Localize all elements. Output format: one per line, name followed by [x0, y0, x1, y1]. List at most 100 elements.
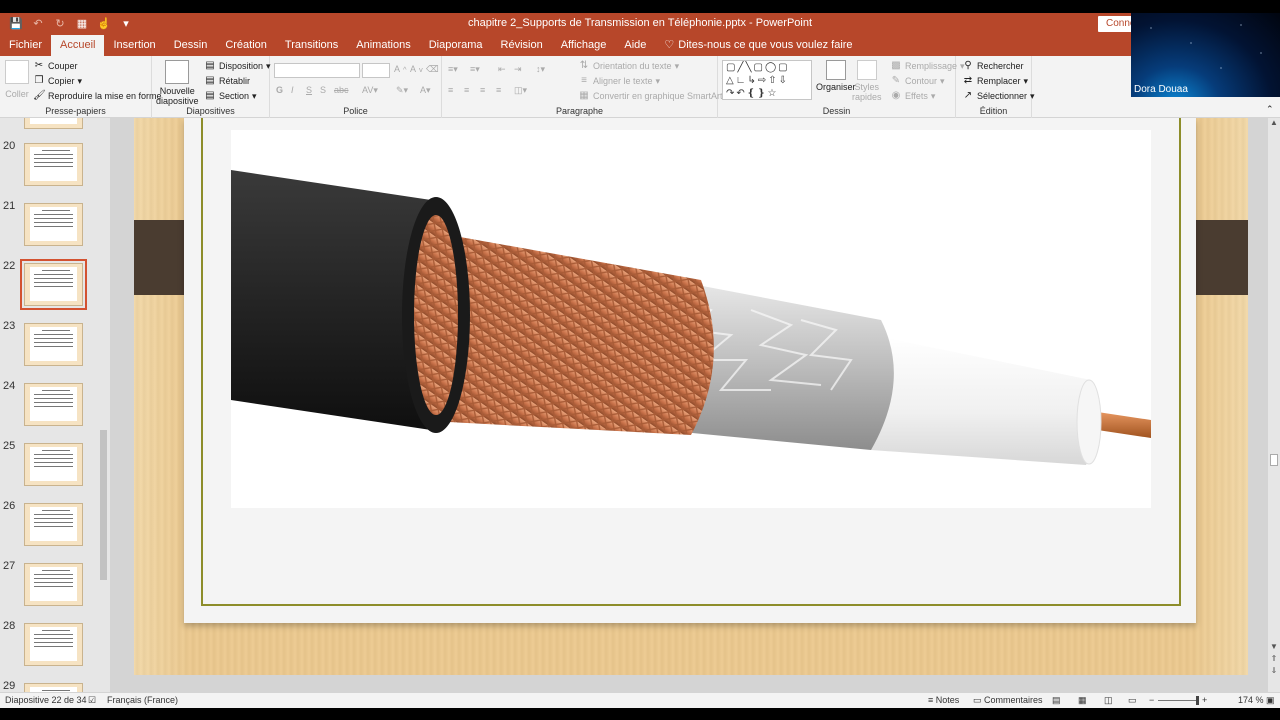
tab-creation[interactable]: Création: [216, 35, 276, 56]
slide-thumbnail[interactable]: [24, 383, 83, 426]
slide-thumbnail[interactable]: [24, 203, 83, 246]
section-button[interactable]: ▤ Section ▾: [204, 90, 256, 102]
zoom-in-icon[interactable]: +: [1202, 695, 1207, 705]
shadow-button[interactable]: S: [320, 85, 326, 95]
shrink-font-button[interactable]: Av: [410, 64, 423, 74]
tab-aide[interactable]: Aide: [615, 35, 655, 56]
character-spacing-icon[interactable]: AV▾: [362, 85, 378, 96]
slide-thumbnail[interactable]: [20, 259, 87, 310]
scroll-down-icon[interactable]: ▼: [1268, 642, 1280, 653]
find-button[interactable]: ⚲ Rechercher: [962, 60, 1023, 72]
decrease-indent-icon[interactable]: ⇤: [498, 64, 506, 75]
quick-styles-button[interactable]: Styles rapides: [852, 60, 882, 102]
shape-fill-button[interactable]: ▩ Remplissage ▾: [890, 60, 964, 72]
font-family-combo[interactable]: [274, 63, 360, 78]
columns-icon[interactable]: ◫▾: [514, 85, 527, 96]
powerpoint-window: 💾 ↶ ↻ ▦ ☝ ▾ chapitre 2_Supports de Trans…: [0, 0, 1280, 720]
language-indicator[interactable]: Français (France): [107, 695, 178, 705]
align-text-icon: ≡: [581, 75, 587, 86]
coaxial-cable-image[interactable]: [231, 130, 1151, 508]
zoom-slider[interactable]: [1158, 700, 1198, 701]
bold-button[interactable]: G: [276, 85, 283, 95]
underline-button[interactable]: S: [306, 85, 312, 95]
tab-label: Aide: [624, 39, 647, 51]
justify-icon[interactable]: ≡: [496, 85, 501, 95]
align-text-button[interactable]: ≡ Aligner le texte ▾: [578, 75, 660, 87]
align-left-icon[interactable]: ≡: [448, 85, 453, 95]
slide-number: 23: [3, 320, 16, 332]
previous-slide-icon[interactable]: ⇑: [1268, 654, 1280, 665]
thumbnails-scroll-thumb[interactable]: [100, 430, 107, 580]
font-size-combo[interactable]: [362, 63, 390, 78]
format-painter-button[interactable]: 🖌 Reproduire la mise en forme: [33, 90, 162, 102]
tab-accueil[interactable]: Accueil: [51, 35, 105, 56]
paste-button[interactable]: Coller: [4, 60, 30, 99]
bullets-icon[interactable]: ≡▾: [448, 64, 458, 75]
tab-insertion[interactable]: Insertion: [104, 35, 164, 56]
tab-affichage[interactable]: Affichage: [552, 35, 616, 56]
text-direction-button[interactable]: ⇅ Orientation du texte ▾: [578, 60, 679, 72]
slide-thumbnail-partial[interactable]: [24, 118, 83, 129]
shape-outline-button[interactable]: ✎ Contour ▾: [890, 75, 945, 87]
thumbnails-scrollbar[interactable]: [98, 118, 109, 692]
editor-scroll-thumb[interactable]: [1270, 454, 1278, 466]
scissors-icon: ✂: [34, 60, 44, 71]
shape-effects-button[interactable]: ◉ Effets ▾: [890, 90, 936, 102]
tab-fichier[interactable]: Fichier: [0, 35, 51, 56]
fit-to-window-icon[interactable]: ▣: [1266, 695, 1275, 706]
italic-button[interactable]: I: [291, 85, 294, 95]
strikethrough-button[interactable]: abc: [334, 85, 349, 95]
tab-revision[interactable]: Révision: [492, 35, 552, 56]
tab-diaporama[interactable]: Diaporama: [420, 35, 492, 56]
layout-button[interactable]: ▤ Disposition ▾: [204, 60, 270, 72]
slide-thumbnail[interactable]: [24, 443, 83, 486]
replace-button[interactable]: ⇄ Remplacer ▾: [962, 75, 1028, 87]
slide-thumbnail[interactable]: [24, 683, 83, 692]
slide-thumbnail[interactable]: [24, 503, 83, 546]
slideshow-icon[interactable]: ▭: [1128, 695, 1137, 706]
notes-button[interactable]: ≡ Notes: [928, 695, 959, 705]
shapes-gallery[interactable]: ▢╱╲▢◯▢ △∟↳⇨⇧⇩ ↷↶❴❵☆: [722, 60, 812, 100]
spellcheck-icon[interactable]: ☑: [88, 695, 96, 706]
current-slide[interactable]: [134, 118, 1248, 675]
smartart-button[interactable]: ▦ Convertir en graphique SmartArt ▾: [578, 90, 730, 102]
arrange-button[interactable]: Organiser: [816, 60, 856, 92]
comments-label: Commentaires: [984, 695, 1043, 705]
dielectric-end: [1076, 379, 1102, 465]
slide-thumbnail[interactable]: [24, 143, 83, 186]
comment-icon: ▭: [973, 695, 982, 705]
increase-indent-icon[interactable]: ⇥: [514, 64, 522, 75]
copy-button[interactable]: ❐ Copier ▾: [33, 75, 83, 87]
new-slide-button[interactable]: Nouvelle diapositive: [156, 60, 199, 106]
reading-view-icon[interactable]: ◫: [1104, 695, 1113, 706]
editor-vertical-scrollbar[interactable]: ▲ ▼ ⇑ ⇓: [1268, 118, 1280, 692]
tab-tell-me[interactable]: ♡ Dites-nous ce que vous voulez faire: [655, 35, 861, 56]
slide-thumbnail[interactable]: [24, 563, 83, 606]
align-center-icon[interactable]: ≡: [464, 85, 469, 95]
reset-button[interactable]: ▤ Rétablir: [204, 75, 250, 87]
normal-view-icon[interactable]: ▤: [1052, 695, 1061, 706]
zoom-level[interactable]: 174 %: [1238, 695, 1264, 705]
scroll-up-icon[interactable]: ▲: [1268, 118, 1280, 129]
zoom-slider-knob[interactable]: [1196, 696, 1199, 705]
line-spacing-icon[interactable]: ↕▾: [536, 64, 545, 75]
numbering-icon[interactable]: ≡▾: [470, 64, 480, 75]
cut-button[interactable]: ✂ Couper: [33, 60, 78, 72]
slide-sorter-icon[interactable]: ▦: [1078, 695, 1087, 706]
collapse-ribbon-icon[interactable]: ⌃: [1266, 104, 1274, 115]
highlight-icon[interactable]: ✎▾: [396, 85, 408, 96]
next-slide-icon[interactable]: ⇓: [1268, 666, 1280, 677]
select-button[interactable]: ↗ Sélectionner ▾: [962, 90, 1035, 102]
section-label: Section: [219, 91, 250, 101]
comments-button[interactable]: ▭ Commentaires: [973, 695, 1043, 706]
tab-dessin[interactable]: Dessin: [165, 35, 217, 56]
tab-transitions[interactable]: Transitions: [276, 35, 347, 56]
align-right-icon[interactable]: ≡: [480, 85, 485, 95]
slide-thumbnail[interactable]: [24, 623, 83, 666]
slide-thumbnail[interactable]: [24, 323, 83, 366]
clear-format-icon[interactable]: ⌫: [426, 64, 439, 75]
font-color-icon[interactable]: A▾: [420, 85, 431, 96]
tab-animations[interactable]: Animations: [347, 35, 419, 56]
zoom-out-icon[interactable]: −: [1149, 695, 1154, 705]
grow-font-button[interactable]: A ^: [394, 64, 407, 74]
